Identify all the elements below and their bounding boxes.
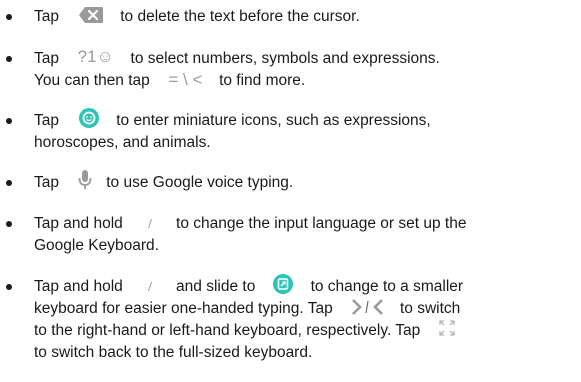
- item-text-a: Tap and hold: [34, 215, 123, 232]
- item-text-c: Google Keyboard.: [34, 237, 159, 254]
- microphone-icon: [78, 169, 92, 191]
- item-text: Tap and hold to change the input languag…: [34, 213, 577, 257]
- item-text-g: to switch back to the full-sized keyboar…: [34, 344, 313, 362]
- item-text-f: to the right-hand or left-hand keyboard,…: [34, 322, 421, 340]
- comma-key-icon: [145, 216, 155, 230]
- item-text-a: Tap: [34, 8, 59, 25]
- bullet-dot: [6, 14, 12, 20]
- one-handed-mode-icon: [272, 273, 294, 295]
- item-text: Tap to enter miniature icons, such as ex…: [34, 107, 577, 154]
- item-text-e: to switch: [399, 300, 461, 318]
- item-text-a: Tap: [34, 50, 59, 68]
- more-symbols-label: = \ <: [168, 70, 203, 90]
- item-text-b: to use Google voice typing.: [106, 174, 294, 192]
- arrow-right-left-icon: [351, 298, 385, 316]
- item-text: Tap and hold and slide to to change to a…: [34, 273, 577, 364]
- bullet-dot: [6, 56, 12, 62]
- more-symbols-icon: = \ <: [168, 69, 202, 91]
- emoji-key-icon: [78, 107, 100, 129]
- item-text-b: to delete the text before the cursor.: [120, 8, 360, 25]
- symbols-key-label: ?1☺: [77, 47, 114, 66]
- item-text-a: Tap and hold: [34, 278, 123, 296]
- item-text: Tap ?1☺ to select numbers, symbols and e…: [34, 46, 577, 92]
- item-text-b: to select numbers, symbols and expressio…: [130, 50, 440, 68]
- item-text-a: Tap: [34, 174, 59, 192]
- item-text-b: and slide to: [176, 278, 256, 296]
- item-text-c: horoscopes, and animals.: [34, 134, 211, 152]
- item-text-d: keyboard for easier one-handed typing. T…: [34, 300, 333, 318]
- item-text-d: to find more.: [219, 72, 306, 90]
- item-text-c: to change to a smaller: [310, 278, 464, 296]
- item-text: Tap to use Google voice typing.: [34, 169, 577, 194]
- bullet-dot: [6, 221, 12, 227]
- item-text-c: You can then tap: [34, 72, 150, 90]
- item-text-b: to change the input language or set up t…: [176, 215, 467, 232]
- comma-key-icon: [145, 279, 155, 293]
- bullet-dot: [6, 284, 12, 290]
- item-text-a: Tap: [34, 112, 59, 130]
- item-text: Tap to delete the text before the cursor…: [34, 6, 577, 28]
- symbols-key-icon: ?1☺: [78, 46, 114, 68]
- bullet-dot: [6, 118, 12, 124]
- item-text-b: to enter miniature icons, such as expres…: [116, 112, 431, 130]
- expand-icon: [439, 320, 455, 336]
- delete-key-icon: [78, 6, 104, 24]
- bullet-dot: [6, 180, 12, 186]
